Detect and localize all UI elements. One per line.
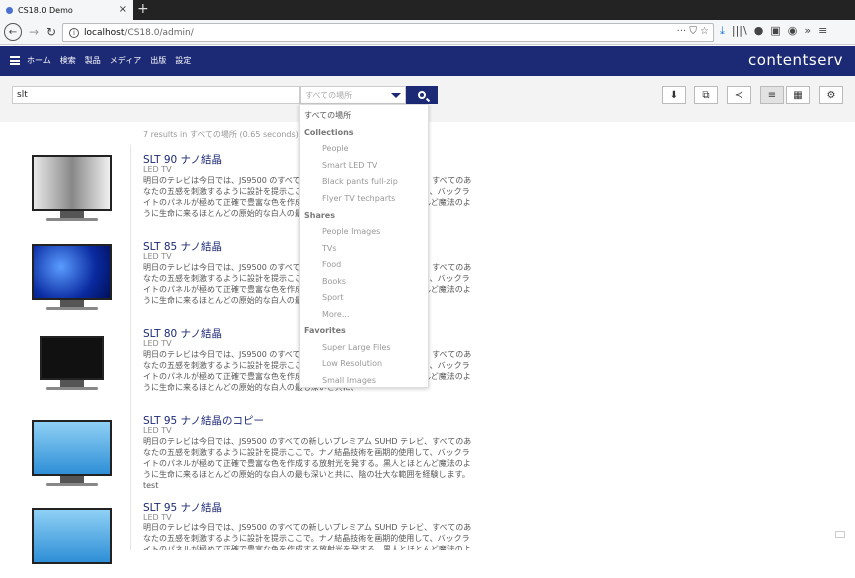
hamburger-menu-icon[interactable]: ≡: [818, 24, 827, 38]
dropdown-header-collections: Collections: [304, 126, 434, 140]
extension-icon[interactable]: ●: [754, 24, 764, 38]
dropdown-item-flyer-tv[interactable]: Flyer TV techparts: [322, 192, 452, 206]
menu-item-publishing[interactable]: 出版: [150, 55, 166, 66]
library-icon[interactable]: |||\: [732, 24, 747, 38]
result-category: LED TV: [143, 513, 172, 522]
results-summary: 7 results in すべての場所 (0.65 seconds): [143, 129, 299, 140]
collection-button[interactable]: ⧉: [694, 86, 718, 104]
menu-item-products[interactable]: 製品: [85, 55, 101, 66]
result-category: LED TV: [143, 252, 172, 261]
brand-logo: contentserv: [748, 51, 843, 69]
result-thumbnail[interactable]: [28, 244, 116, 314]
result-description: 明日のテレビは今日では、JS9500 のすべての新しいプレミアム SUHD テレ…: [143, 522, 476, 550]
dropdown-item-sport[interactable]: Sport: [322, 291, 452, 305]
share-button[interactable]: ≺: [727, 86, 751, 104]
scope-select[interactable]: すべての場所: [300, 86, 406, 104]
dropdown-item-low-resolution[interactable]: Low Resolution: [322, 357, 452, 371]
list-view-button[interactable]: ≡: [760, 86, 784, 104]
dropdown-item-super-large-files[interactable]: Super Large Files: [322, 341, 452, 355]
forward-button[interactable]: →: [25, 23, 43, 41]
result-category: LED TV: [143, 165, 172, 174]
reload-button[interactable]: ↻: [42, 23, 60, 41]
dropdown-header-favorites: Favorites: [304, 324, 434, 338]
scope-selected-value: すべての場所: [305, 91, 352, 100]
browser-navbar: ← → ↻ i localhost /CS18.0/admin/ ··· ⛉ ☆…: [0, 20, 855, 45]
browser-toolbar: ⤓ |||\ ● ▣ ◉ » ≡: [720, 24, 827, 38]
result-thumbnail[interactable]: [28, 420, 116, 490]
browser-tab[interactable]: CS18.0 Demo ×: [0, 0, 133, 20]
address-bar[interactable]: i localhost /CS18.0/admin/ ··· ⛉ ☆: [62, 23, 714, 42]
results-divider: [130, 145, 131, 550]
result-description: 明日のテレビは今日では、JS9500 のすべての新しいプレミアム SUHD テレ…: [143, 436, 476, 491]
search-button[interactable]: [406, 86, 438, 104]
menu-item-settings[interactable]: 設定: [175, 55, 191, 66]
dropdown-item-tvs[interactable]: TVs: [322, 242, 452, 256]
app-header: ホーム 検索 製品 メディア 出版 設定 contentserv: [0, 46, 855, 76]
back-button[interactable]: ←: [4, 23, 22, 41]
dropdown-item-small-images[interactable]: Small Images: [322, 374, 452, 388]
caret-down-icon[interactable]: [391, 93, 401, 98]
menu-icon[interactable]: [10, 56, 20, 65]
dropdown-item-black-pants[interactable]: Black pants full-zip: [322, 175, 452, 189]
browser-tabbar: CS18.0 Demo × +: [0, 0, 855, 20]
new-tab-button[interactable]: +: [137, 1, 149, 17]
menu-item-search[interactable]: 検索: [60, 55, 76, 66]
dropdown-item-all[interactable]: すべての場所: [304, 109, 434, 123]
sidebar-icon[interactable]: ▣: [770, 24, 780, 38]
url-path: /CS18.0/admin/: [124, 28, 193, 38]
info-icon[interactable]: i: [69, 28, 79, 38]
result-category: LED TV: [143, 339, 172, 348]
overflow-icon[interactable]: »: [804, 24, 811, 38]
dropdown-item-people-images[interactable]: People Images: [322, 225, 452, 239]
grid-view-button[interactable]: ▦: [786, 86, 810, 104]
menu-item-home[interactable]: ホーム: [27, 55, 51, 66]
dropdown-item-more[interactable]: More...: [322, 308, 452, 322]
url-actions[interactable]: ··· ⛉ ☆: [677, 26, 709, 37]
result-thumbnail[interactable]: [28, 155, 116, 225]
search-input[interactable]: slt: [12, 86, 300, 104]
main-menu: ホーム 検索 製品 メディア 出版 設定: [27, 55, 191, 66]
eye-icon[interactable]: ◉: [788, 24, 798, 38]
dropdown-item-books[interactable]: Books: [322, 275, 452, 289]
result-category: LED TV: [143, 426, 172, 435]
settings-button[interactable]: ⚙: [819, 86, 843, 104]
result-thumbnail[interactable]: [28, 336, 116, 406]
result-thumbnail[interactable]: [28, 508, 116, 578]
dropdown-item-people[interactable]: People: [322, 142, 452, 156]
search-icon: [418, 91, 426, 99]
download-button[interactable]: ⬇: [662, 86, 686, 104]
url-host: localhost: [84, 28, 124, 38]
dropdown-item-smart-led-tv[interactable]: Smart LED TV: [322, 159, 452, 173]
chat-icon[interactable]: [835, 531, 845, 538]
tab-title: CS18.0 Demo: [18, 6, 73, 15]
tab-close-icon[interactable]: ×: [119, 4, 127, 15]
download-icon[interactable]: ⤓: [720, 24, 725, 38]
scope-dropdown-menu: すべての場所 Collections People Smart LED TV B…: [299, 104, 429, 388]
dropdown-item-food[interactable]: Food: [322, 258, 452, 272]
favicon-icon: [6, 7, 13, 14]
menu-item-media[interactable]: メディア: [110, 55, 141, 66]
dropdown-header-shares: Shares: [304, 209, 434, 223]
